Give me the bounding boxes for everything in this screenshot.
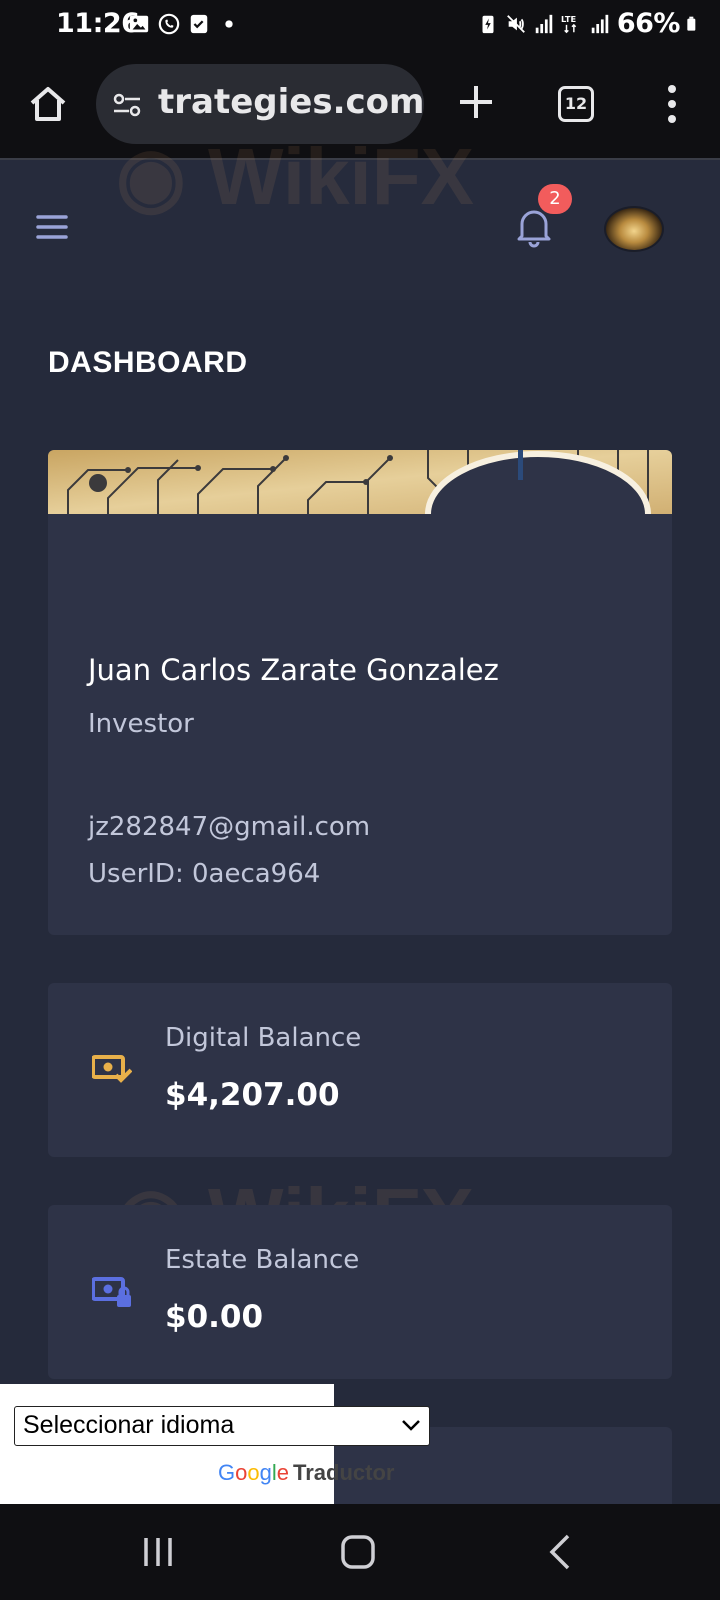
translator-label: Traductor (293, 1460, 395, 1485)
battery-percentage: 66% (616, 8, 681, 39)
status-notification-icons (128, 13, 240, 35)
home-icon[interactable] (26, 82, 70, 126)
browser-toolbar: trategies.com 12 (0, 50, 720, 160)
balance-label: Digital Balance (165, 1023, 362, 1053)
user-email: jz282847@gmail.com (88, 812, 371, 842)
notification-count-badge: 2 (538, 184, 572, 214)
gallery-icon (129, 15, 149, 33)
tab-switcher-button[interactable]: 12 (558, 86, 594, 122)
user-id: UserID: 0aeca964 (88, 859, 321, 889)
home-button-icon[interactable] (340, 1534, 376, 1570)
balance-value: $4,207.00 (165, 1077, 340, 1113)
site-settings-icon[interactable] (112, 90, 142, 120)
balance-value: $0.00 (165, 1299, 264, 1335)
digital-balance-card[interactable]: Digital Balance $4,207.00 (48, 983, 672, 1157)
balance-label: Estate Balance (165, 1245, 360, 1275)
user-avatar[interactable] (604, 206, 664, 252)
powered-by-google[interactable]: Google Traductor (218, 1460, 394, 1486)
address-bar[interactable]: trategies.com (96, 64, 424, 144)
language-select-value: Seleccionar idioma (23, 1411, 235, 1439)
whatsapp-icon (158, 13, 180, 35)
page-title: DASHBOARD (48, 346, 248, 379)
lte-icon: LTE (561, 14, 577, 33)
battery-icon (687, 16, 696, 31)
signal-icon (591, 14, 609, 33)
checkbox-icon (190, 14, 208, 34)
language-select[interactable]: Seleccionar idioma (14, 1406, 430, 1446)
battery-saver-icon (482, 15, 494, 33)
google-logo: Google (218, 1460, 290, 1485)
signal-icon (535, 14, 553, 33)
new-tab-icon[interactable] (456, 82, 496, 122)
user-role: Investor (88, 709, 194, 739)
profile-banner-image (48, 450, 672, 514)
app-header: 2 (0, 160, 720, 300)
estate-balance-card[interactable]: Estate Balance $0.00 (48, 1205, 672, 1379)
status-system-icons: LTE 66% (477, 8, 702, 39)
money-lock-icon (92, 1277, 131, 1307)
url-text: trategies.com (158, 82, 424, 122)
back-icon[interactable] (548, 1534, 572, 1570)
profile-card: Juan Carlos Zarate Gonzalez Investor jz2… (48, 450, 672, 935)
more-options-icon[interactable] (660, 82, 684, 126)
money-check-icon (92, 1055, 132, 1083)
menu-icon[interactable] (36, 212, 68, 242)
dot-icon (225, 20, 233, 28)
status-time: 11:26 (56, 8, 140, 39)
chevron-down-icon (402, 1420, 420, 1431)
user-name: Juan Carlos Zarate Gonzalez (88, 653, 499, 687)
status-bar: 11:26 LTE 66% (0, 0, 720, 50)
svg-text:LTE: LTE (561, 14, 577, 24)
google-translate-widget: Seleccionar idioma Google Traductor (0, 1384, 430, 1504)
system-navigation-bar (0, 1504, 720, 1600)
recent-apps-icon[interactable] (140, 1536, 176, 1568)
mute-icon (506, 14, 525, 33)
